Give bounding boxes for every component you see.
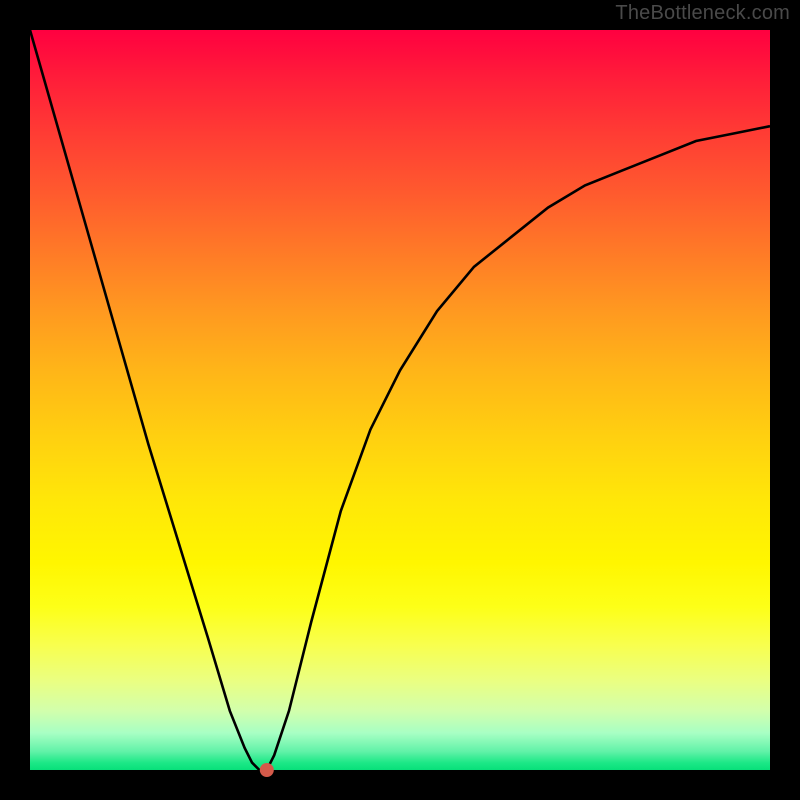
marker-dot xyxy=(260,763,274,777)
bottleneck-curve xyxy=(30,30,770,770)
plot-area xyxy=(30,30,770,770)
curve-svg xyxy=(30,30,770,770)
chart-frame: TheBottleneck.com xyxy=(0,0,800,800)
watermark-text: TheBottleneck.com xyxy=(615,2,790,25)
